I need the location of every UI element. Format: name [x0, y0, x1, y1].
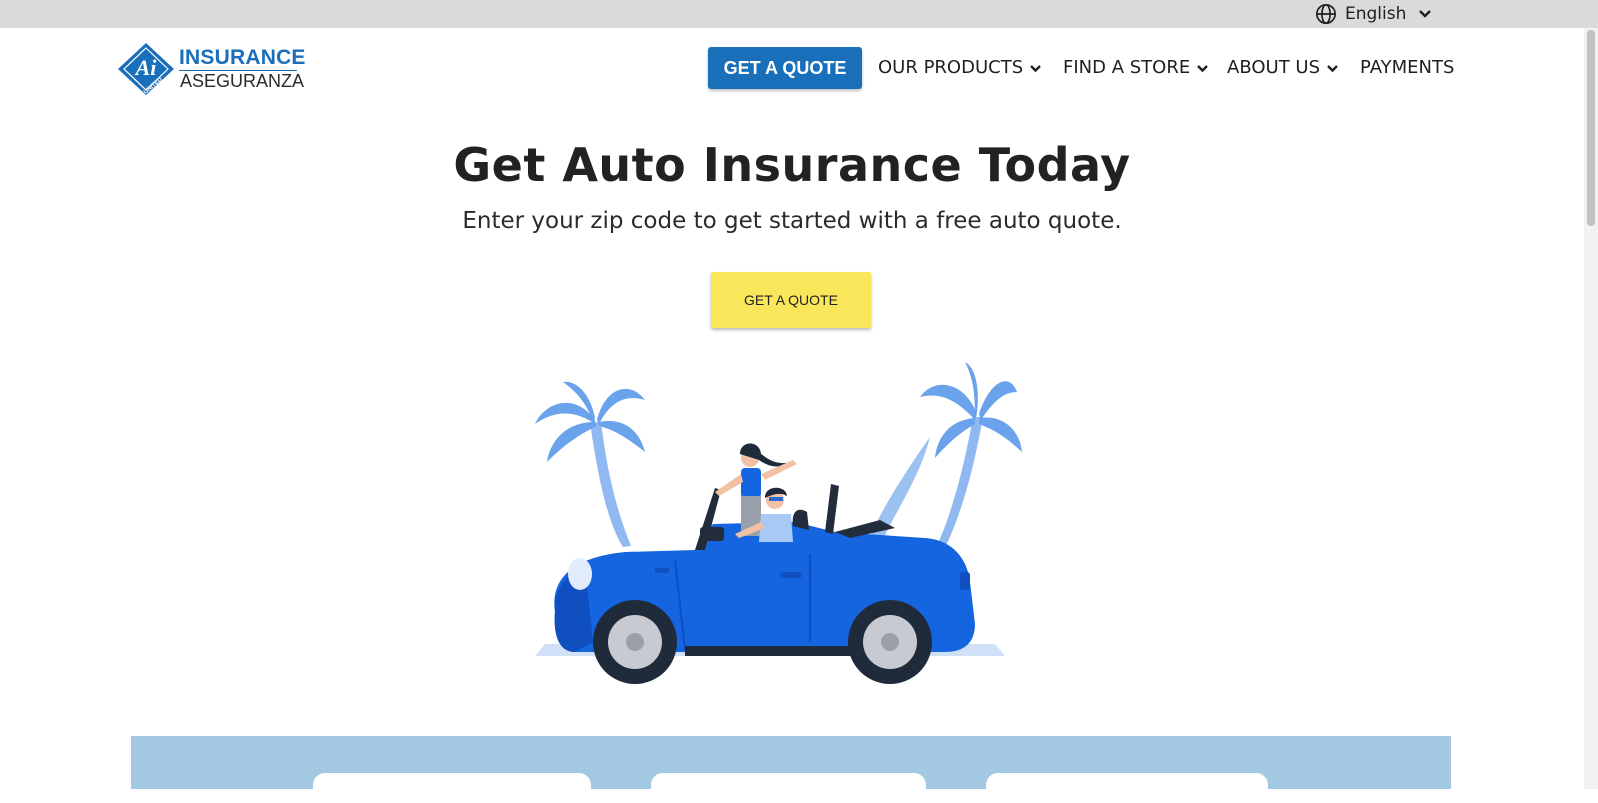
chevron-down-icon: [1196, 57, 1209, 78]
nav-item-find-a-store[interactable]: FIND A STORE: [1063, 56, 1209, 78]
language-selector[interactable]: English: [1315, 3, 1432, 25]
nav-item-label: ABOUT US: [1227, 56, 1321, 78]
page-scrollbar[interactable]: [1584, 28, 1598, 789]
nav-item-label: OUR PRODUCTS: [878, 56, 1024, 78]
logo-badge-icon: Ai UNITED: [118, 43, 174, 96]
globe-icon: [1315, 3, 1337, 25]
chevron-down-icon: [1326, 57, 1339, 78]
nav-item-about-us[interactable]: ABOUT US: [1227, 56, 1339, 78]
site-header: Ai UNITED INSURANCE ASEGURANZA GET A QUO…: [0, 28, 1584, 108]
scrollbar-thumb[interactable]: [1587, 30, 1595, 226]
chevron-down-icon: [1029, 57, 1042, 78]
nav-item-label: FIND A STORE: [1063, 56, 1191, 78]
nav-item-label: PAYMENTS: [1360, 56, 1455, 78]
get-quote-button-hero[interactable]: GET A QUOTE: [711, 272, 871, 328]
language-bar: English: [0, 0, 1598, 28]
feature-card[interactable]: [651, 773, 926, 803]
hero-subtitle: Enter your zip code to get started with …: [462, 208, 1122, 234]
convertible-car-illustration: [535, 362, 1022, 684]
logo-word-insurance: INSURANCE: [179, 46, 306, 69]
feature-card[interactable]: [313, 773, 591, 803]
language-label: English: [1345, 4, 1407, 24]
company-logo[interactable]: Ai UNITED INSURANCE ASEGURANZA: [116, 42, 306, 96]
logo-word-aseguranza: ASEGURANZA: [180, 71, 305, 91]
svg-text:Ai: Ai: [134, 55, 158, 80]
hero-title: Get Auto Insurance Today: [453, 138, 1131, 192]
nav-item-payments[interactable]: PAYMENTS: [1360, 56, 1454, 78]
chevron-down-icon: [1418, 9, 1432, 19]
nav-item-our-products[interactable]: OUR PRODUCTS: [878, 56, 1042, 78]
get-quote-button-header[interactable]: GET A QUOTE: [708, 47, 862, 89]
feature-card[interactable]: [986, 773, 1268, 803]
